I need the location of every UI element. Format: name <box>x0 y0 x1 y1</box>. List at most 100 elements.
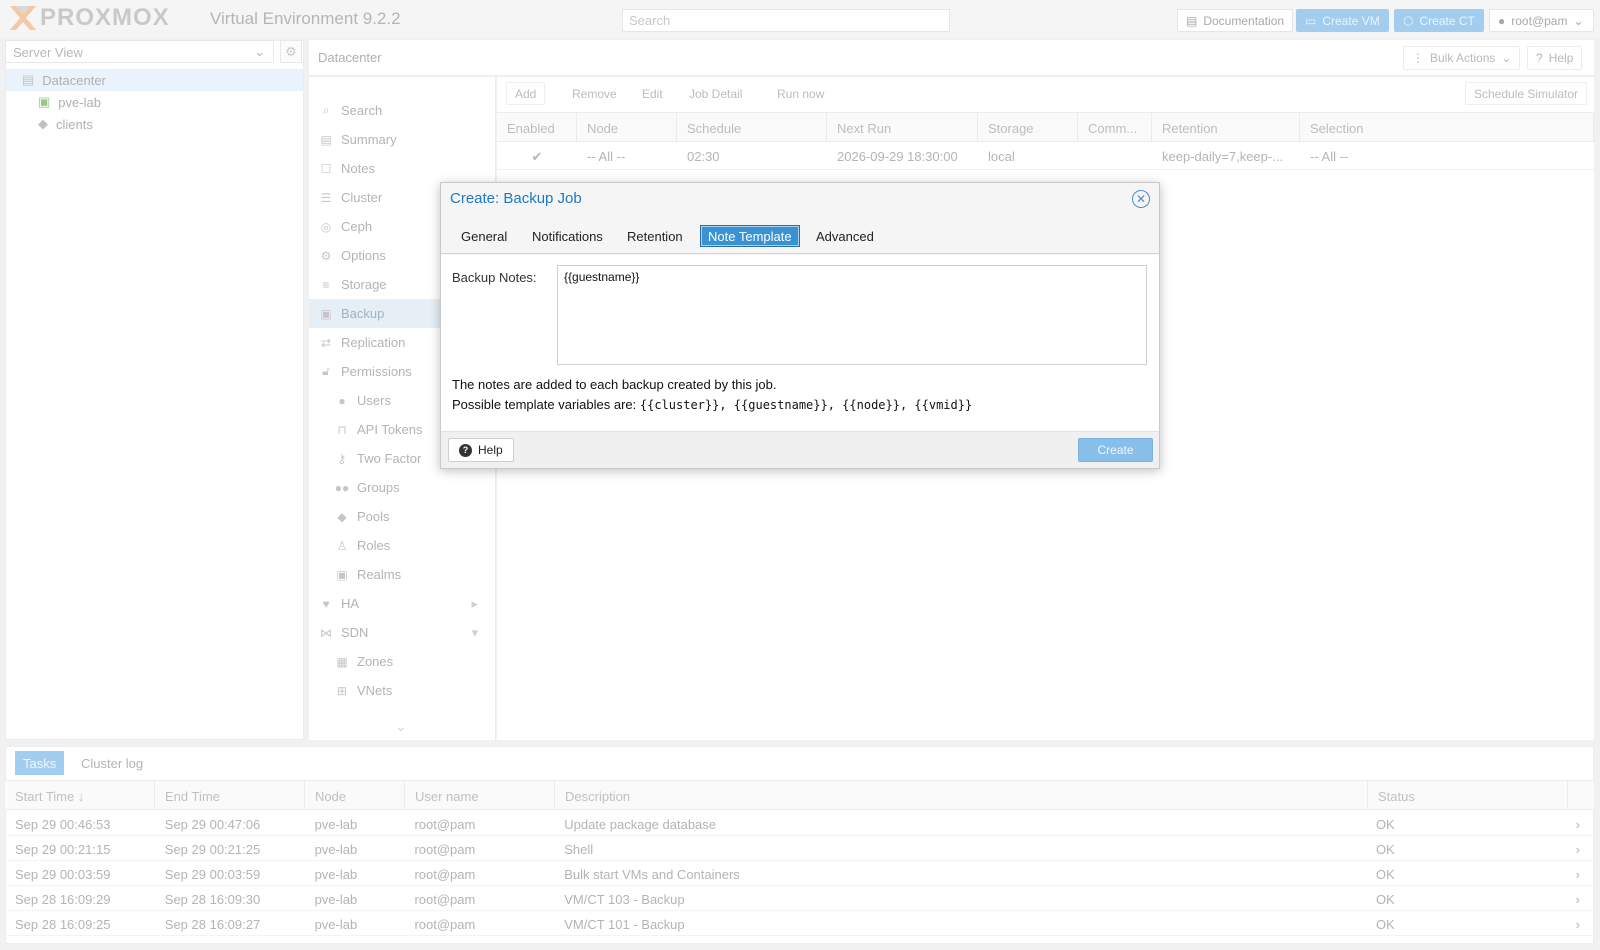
nav-item-ha[interactable]: ♥ HA ▸ <box>309 589 496 618</box>
tags-icon: ◆ <box>38 116 48 131</box>
table-row[interactable]: ✔ -- All -- 02:30 2026-09-29 18:30:00 lo… <box>497 142 1594 170</box>
column-header-enabled[interactable]: Enabled <box>497 113 577 141</box>
create-ct-button[interactable]: ⬡ Create CT <box>1394 9 1484 32</box>
dialog-help-button[interactable]: ? Help <box>448 438 514 462</box>
book-icon: ▤ <box>1186 13 1198 28</box>
chevron-down-icon: ⌄ <box>1573 13 1584 28</box>
chevron-right-icon[interactable]: › <box>1566 861 1594 885</box>
cell-description: Shell <box>564 842 594 857</box>
column-header-start-time[interactable]: Start Time ↓ <box>5 781 155 809</box>
column-header-next-run[interactable]: Next Run <box>827 113 978 141</box>
cell-status: OK <box>1375 867 1395 882</box>
nav-label: Two Factor <box>357 451 422 466</box>
nav-item-sdn[interactable]: ⋈ SDN ▾ <box>309 618 496 647</box>
cell-schedule: 02:30 <box>687 149 720 164</box>
chevron-right-icon[interactable]: › <box>1566 836 1594 860</box>
column-header-selection[interactable]: Selection <box>1300 113 1594 141</box>
job-detail-button[interactable]: Job Detail <box>680 82 752 105</box>
cell-node: pve-lab <box>314 867 358 882</box>
cell-retention: keep-daily=7,keep-... <box>1162 149 1284 164</box>
column-header-storage[interactable]: Storage <box>978 113 1078 141</box>
nav-item-search[interactable]: ⌕ Search <box>309 96 496 125</box>
bulk-actions-button[interactable]: ⋮ Bulk Actions ⌄ <box>1403 46 1521 70</box>
sdn-icon: ⋈ <box>320 625 332 640</box>
table-row[interactable]: Sep 29 00:03:59 Sep 29 00:03:59 pve-lab … <box>5 861 1594 886</box>
tree-item-pool[interactable]: ◆ clients <box>6 113 303 135</box>
question-circle-icon: ? <box>459 443 472 457</box>
user-menu-button[interactable]: ● root@pam ⌄ <box>1489 9 1594 32</box>
tab-note-template[interactable]: Note Template <box>700 225 800 247</box>
column-header-status[interactable]: Status <box>1368 781 1568 809</box>
tab-general[interactable]: General <box>454 225 514 247</box>
nav-item-vnets[interactable]: ⊞ VNets <box>309 676 496 705</box>
backup-notes-textarea[interactable]: {{guestname}} <box>557 265 1147 365</box>
tab-retention[interactable]: Retention <box>620 225 690 247</box>
column-header-comment[interactable]: Comm... <box>1078 113 1152 141</box>
nav-label: Cluster <box>341 190 383 205</box>
cell-user: root@pam <box>414 892 476 907</box>
tree-settings-button[interactable]: ⚙ <box>280 40 302 63</box>
table-row[interactable]: Sep 28 16:09:25 Sep 28 16:09:27 pve-lab … <box>5 911 1594 936</box>
nav-item-groups[interactable]: ●● Groups <box>309 473 496 502</box>
column-header-retention[interactable]: Retention <box>1152 113 1300 141</box>
close-icon[interactable]: ✕ <box>1132 190 1150 208</box>
column-header-node[interactable]: Node <box>577 113 677 141</box>
nav-label: HA <box>341 596 360 611</box>
column-header-description[interactable]: Description <box>555 781 1368 809</box>
cell-enabled: ✔ <box>531 149 543 164</box>
proxmox-logo[interactable]: PROXMOX <box>8 4 170 32</box>
column-header-node[interactable]: Node <box>305 781 405 809</box>
view-selector[interactable]: Server View ⌄ <box>5 40 274 63</box>
nav-item-roles[interactable]: ♙ Roles <box>309 531 496 560</box>
nav-item-zones[interactable]: ▦ Zones <box>309 647 496 676</box>
table-row[interactable]: Sep 29 00:21:15 Sep 29 00:21:25 pve-lab … <box>5 836 1594 861</box>
help-label: Help <box>478 443 503 457</box>
nav-item-notes[interactable]: ☐ Notes <box>309 154 496 183</box>
tab-notifications[interactable]: Notifications <box>525 225 610 247</box>
create-vm-button[interactable]: ▭ Create VM <box>1296 9 1389 32</box>
tab-tasks[interactable]: Tasks <box>15 751 65 775</box>
cell-user: root@pam <box>414 917 476 932</box>
chevron-right-icon: ▸ <box>471 595 478 611</box>
help-button[interactable]: ? Help <box>1527 46 1583 70</box>
cell-status: OK <box>1375 892 1395 907</box>
tree-item-datacenter[interactable]: ▤ Datacenter <box>6 69 303 91</box>
schedule-simulator-button[interactable]: Schedule Simulator <box>1465 82 1588 105</box>
lock-icon: ⊓ <box>337 422 347 437</box>
cell-next-run: 2026-09-29 18:30:00 <box>837 149 958 164</box>
gear-icon: ⚙ <box>320 248 332 263</box>
column-header-end-time[interactable]: End Time <box>155 781 305 809</box>
tree-item-node[interactable]: ▣ pve-lab <box>6 91 303 113</box>
tab-cluster-log[interactable]: Cluster log <box>73 751 151 775</box>
run-now-button[interactable]: Run now <box>768 82 834 105</box>
nav-scroll-down-icon[interactable]: ⌄ <box>395 718 407 735</box>
search-input[interactable]: Search <box>622 9 950 32</box>
tab-advanced[interactable]: Advanced <box>809 225 881 247</box>
add-button[interactable]: Add <box>506 82 546 105</box>
nav-item-realms[interactable]: ▣ Realms <box>309 560 496 589</box>
backup-notes-label: Backup Notes: <box>452 270 537 285</box>
template-variables-prefix: Possible template variables are: <box>452 397 640 412</box>
brand-wordmark: PROXMOX <box>40 4 170 31</box>
chevron-down-icon: ⌄ <box>254 44 265 59</box>
nav-label: Search <box>341 103 383 118</box>
table-row[interactable]: Sep 28 16:09:29 Sep 28 16:09:30 pve-lab … <box>5 886 1594 911</box>
nav-label: Notes <box>341 161 375 176</box>
breadcrumb: Datacenter <box>318 50 382 65</box>
nav-item-summary[interactable]: ▤ Summary <box>309 125 496 154</box>
nav-item-pools[interactable]: ◆ Pools <box>309 502 496 531</box>
table-row[interactable]: Sep 29 00:46:53 Sep 29 00:47:06 pve-lab … <box>5 811 1594 836</box>
create-ct-label: Create CT <box>1419 13 1475 28</box>
chevron-right-icon[interactable]: › <box>1566 886 1594 910</box>
column-header-schedule[interactable]: Schedule <box>677 113 827 141</box>
column-header-user[interactable]: User name <box>405 781 555 809</box>
chevron-right-icon[interactable]: › <box>1566 811 1594 835</box>
documentation-button[interactable]: ▤ Documentation <box>1177 9 1294 32</box>
create-button[interactable]: Create <box>1078 438 1153 462</box>
user-icon: ● <box>338 393 346 408</box>
proxmox-x-icon <box>10 6 36 30</box>
remove-button[interactable]: Remove <box>563 82 626 105</box>
cell-node: pve-lab <box>314 842 358 857</box>
edit-button[interactable]: Edit <box>633 82 672 105</box>
chevron-right-icon[interactable]: › <box>1566 911 1594 935</box>
